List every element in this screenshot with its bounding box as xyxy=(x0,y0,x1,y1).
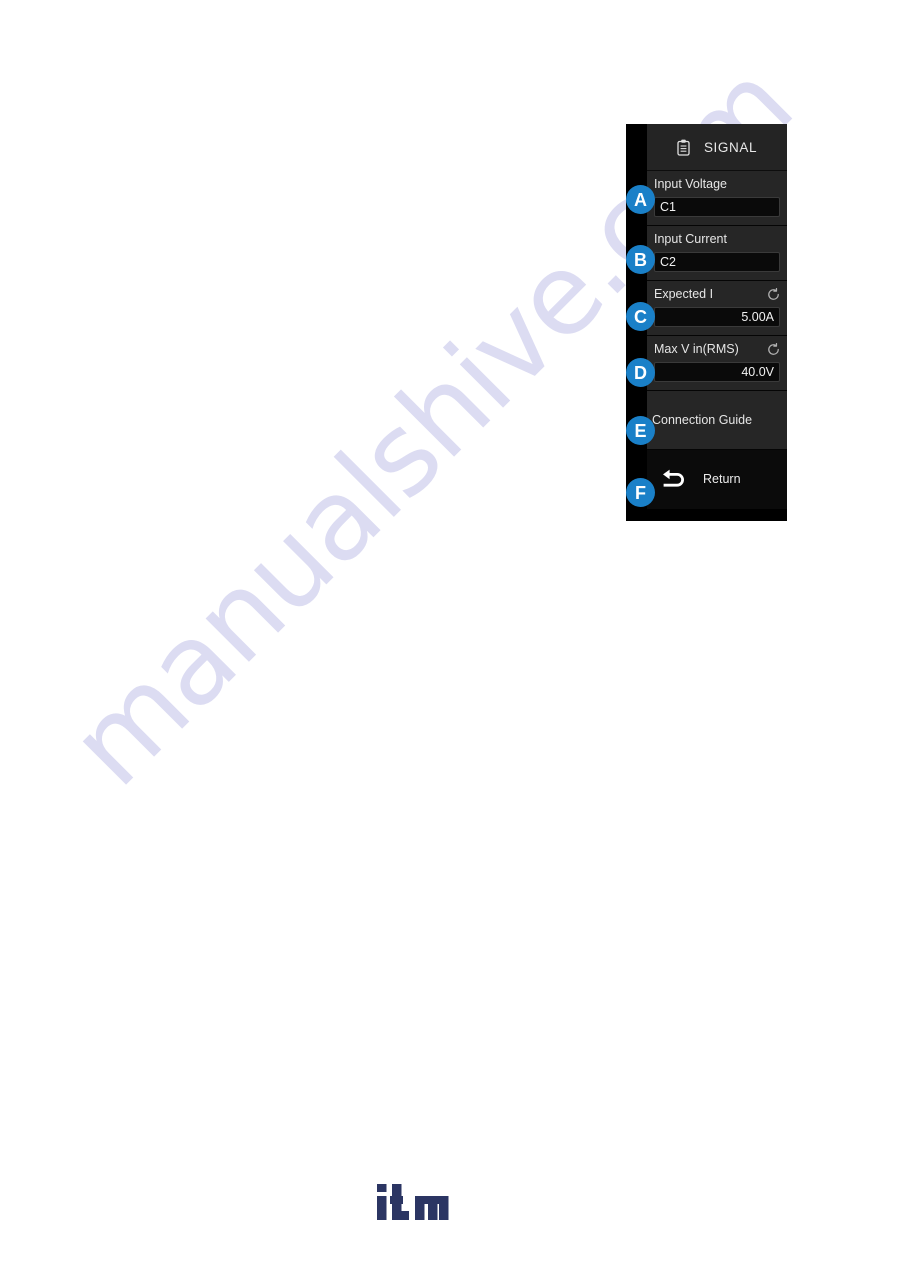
menu-row-max-voltage-rms[interactable]: Max V in(RMS) 40.0V xyxy=(647,336,787,391)
menu-row-expected-current[interactable]: Expected I 5.00A xyxy=(647,281,787,336)
return-arrow-icon xyxy=(659,468,687,492)
max-voltage-rms-value: 40.0V xyxy=(741,364,774,379)
row-head-max-voltage-rms: Max V in(RMS) xyxy=(654,341,780,358)
callout-badge-d: D xyxy=(626,358,655,387)
menu-row-connection-guide[interactable]: Connection Guide xyxy=(647,391,787,450)
itm-logo xyxy=(377,1182,449,1227)
signal-menu-title: SIGNAL xyxy=(703,139,758,155)
return-label: Return xyxy=(703,472,741,486)
input-voltage-label: Input Voltage xyxy=(654,177,727,191)
expected-current-value: 5.00A xyxy=(741,309,774,324)
signal-menu-column: SIGNAL Input Voltage C1 Input Current C2… xyxy=(647,124,787,521)
connection-guide-label: Connection Guide xyxy=(652,412,753,427)
clipboard-icon xyxy=(677,139,690,156)
input-current-label: Input Current xyxy=(654,232,727,246)
input-voltage-field[interactable]: C1 xyxy=(654,197,780,217)
input-voltage-value: C1 xyxy=(660,199,676,214)
signal-menu-header: SIGNAL xyxy=(647,124,787,171)
menu-row-return[interactable]: Return xyxy=(647,450,787,509)
refresh-icon[interactable] xyxy=(767,343,780,356)
callout-badge-c: C xyxy=(626,302,655,331)
row-head-expected-current: Expected I xyxy=(654,286,780,303)
input-current-value: C2 xyxy=(660,254,676,269)
expected-current-field[interactable]: 5.00A xyxy=(654,307,780,327)
callout-badge-e: E xyxy=(626,416,655,445)
input-current-field[interactable]: C2 xyxy=(654,252,780,272)
refresh-icon[interactable] xyxy=(767,288,780,301)
callout-badge-f: F xyxy=(626,478,655,507)
max-voltage-rms-label: Max V in(RMS) xyxy=(654,342,739,356)
max-voltage-rms-field[interactable]: 40.0V xyxy=(654,362,780,382)
callout-badge-b: B xyxy=(626,245,655,274)
row-head-input-voltage: Input Voltage xyxy=(654,176,780,193)
expected-current-label: Expected I xyxy=(654,287,714,301)
menu-row-input-current[interactable]: Input Current C2 xyxy=(647,226,787,281)
callout-badge-a: A xyxy=(626,185,655,214)
menu-row-input-voltage[interactable]: Input Voltage C1 xyxy=(647,171,787,226)
row-head-input-current: Input Current xyxy=(654,231,780,248)
